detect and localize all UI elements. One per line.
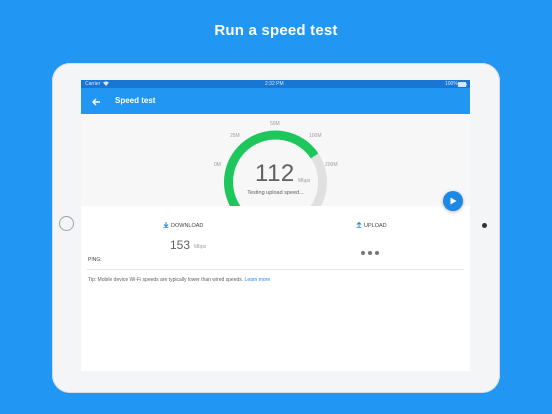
upload-loading-indicator bbox=[361, 242, 382, 260]
tip-text: Tip: Mobile device Wi-Fi speeds are typi… bbox=[88, 277, 270, 283]
upload-icon bbox=[356, 221, 362, 229]
divider bbox=[87, 269, 464, 270]
tip-message: Tip: Mobile device Wi-Fi speeds are typi… bbox=[88, 277, 244, 283]
gauge-tick-0: 0M bbox=[214, 162, 221, 168]
app-bar: Speed test bbox=[81, 88, 470, 114]
ping-label: PING: bbox=[88, 257, 102, 263]
app-screen: Carrier 2:32 PM 100% Speed test 0M 25M 5… bbox=[81, 80, 470, 371]
status-time: 2:32 PM bbox=[265, 81, 284, 87]
upload-label: UPLOAD bbox=[364, 223, 387, 229]
play-icon bbox=[450, 197, 457, 205]
upload-header: UPLOAD bbox=[356, 221, 387, 229]
results-panel: DOWNLOAD 153 Mbps UPLOAD PING: bbox=[81, 206, 470, 266]
current-speed-value: 112 bbox=[255, 160, 295, 187]
test-status-text: Testing upload speed... bbox=[247, 190, 304, 196]
gauge-tick-25: 25M bbox=[230, 133, 240, 139]
home-button[interactable] bbox=[59, 216, 74, 231]
page-headline: Run a speed test bbox=[214, 22, 338, 39]
status-bar: Carrier 2:32 PM 100% bbox=[81, 80, 470, 88]
speed-gauge: 0M 25M 50M 100M 200M 112 Mbps Testing up… bbox=[81, 114, 470, 206]
gauge-tick-50: 50M bbox=[270, 121, 280, 127]
learn-more-link[interactable]: Learn more bbox=[245, 277, 271, 283]
download-unit: Mbps bbox=[194, 244, 207, 250]
current-speed-unit: Mbps bbox=[298, 178, 311, 184]
camera-dot bbox=[482, 223, 487, 228]
back-arrow-icon[interactable] bbox=[90, 95, 102, 107]
download-value: 153 bbox=[170, 238, 191, 252]
download-icon bbox=[163, 222, 169, 229]
gauge-tick-100: 100M bbox=[309, 133, 322, 139]
download-header: DOWNLOAD bbox=[163, 222, 203, 229]
start-test-button[interactable] bbox=[443, 191, 463, 211]
gauge-tick-200: 200M bbox=[325, 162, 338, 168]
download-label: DOWNLOAD bbox=[171, 223, 204, 229]
wifi-icon bbox=[103, 81, 109, 88]
carrier-label: Carrier bbox=[85, 81, 101, 87]
battery-percent: 100% bbox=[445, 81, 458, 87]
app-bar-title: Speed test bbox=[115, 96, 156, 105]
